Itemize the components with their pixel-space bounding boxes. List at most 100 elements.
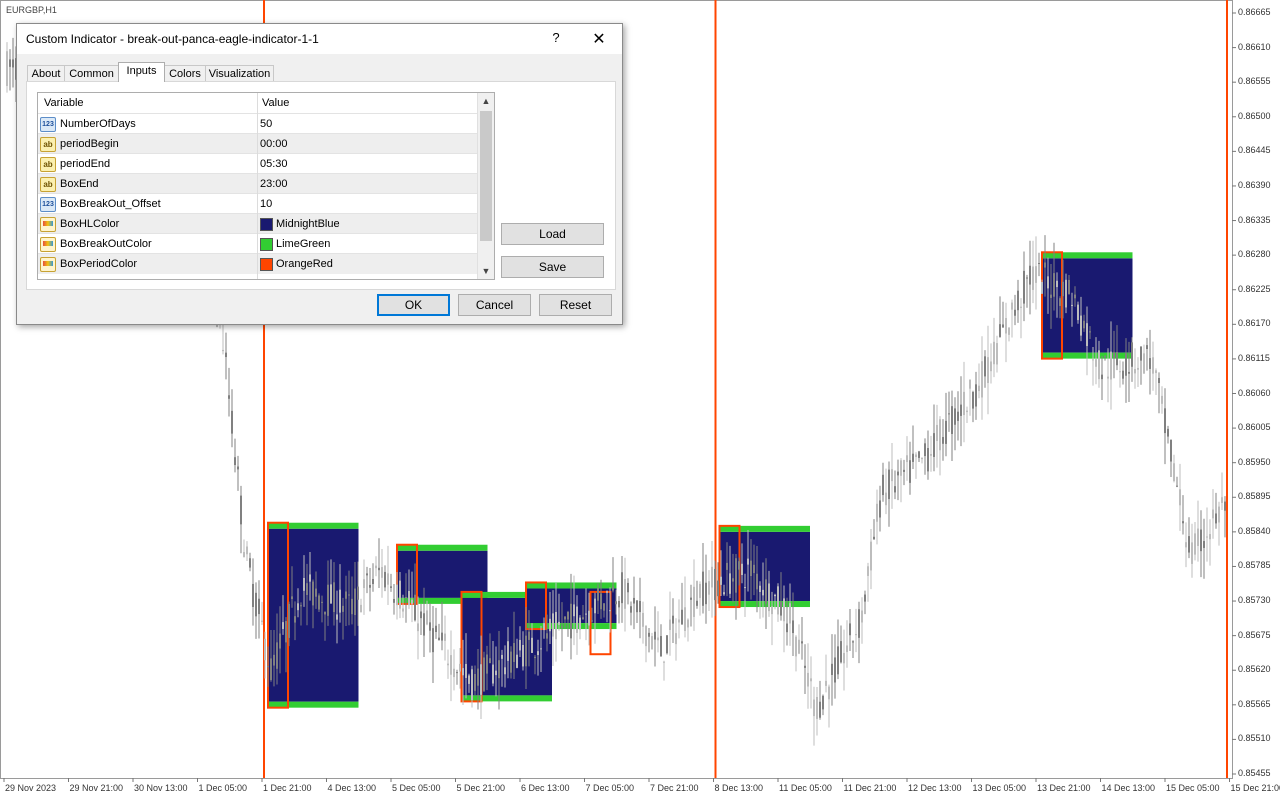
input-row-numberofdays[interactable]: 123 NumberOfDays 50 [38, 113, 478, 134]
reset-button[interactable]: Reset [539, 294, 612, 316]
candle-body [1086, 323, 1088, 347]
candle-body [819, 701, 821, 718]
help-icon[interactable]: ? [549, 30, 563, 45]
cancel-button[interactable]: Cancel [458, 294, 531, 316]
candle-body [1158, 377, 1160, 384]
candle-body [351, 598, 353, 615]
variable-value[interactable]: 23:00 [260, 178, 288, 190]
candle-body [714, 568, 716, 601]
candle-body [1005, 317, 1007, 334]
candle-body [546, 633, 548, 639]
grid-header: Variable Value [38, 93, 478, 113]
input-row-boxhlcolor[interactable]: BoxHLColor MidnightBlue [38, 213, 478, 234]
candle-body [816, 696, 818, 719]
color-swatch[interactable] [260, 258, 273, 271]
candle-body [249, 558, 251, 568]
save-button[interactable]: Save [501, 256, 604, 278]
variable-value[interactable]: 00:00 [260, 138, 288, 150]
candle-body [747, 558, 749, 565]
variable-value[interactable]: LimeGreen [276, 238, 330, 250]
candle-body [405, 596, 407, 599]
input-row-periodbegin[interactable]: ab periodBegin 00:00 [38, 133, 478, 154]
tab-colors[interactable]: Colors [164, 65, 206, 82]
price-label: 0.85895 [1238, 491, 1271, 502]
candle-body [495, 670, 497, 676]
candle-body [339, 589, 341, 613]
candle-body [1200, 529, 1202, 552]
candle-body [552, 613, 554, 637]
candle-body [987, 357, 989, 384]
grid-scrollbar[interactable]: ▲ ▼ [477, 93, 494, 279]
candle-body [567, 611, 569, 620]
scroll-thumb[interactable] [480, 111, 492, 241]
variable-value[interactable]: MidnightBlue [276, 218, 340, 230]
candle-body [870, 541, 872, 571]
scroll-down-icon[interactable]: ▼ [478, 263, 494, 279]
candle-body [1194, 533, 1196, 555]
candle-body [792, 620, 794, 634]
column-divider[interactable] [257, 93, 258, 279]
input-row-boxbreakout-offset[interactable]: 123 BoxBreakOut_Offset 10 [38, 193, 478, 214]
variable-name: BoxBreakOut_Offset [60, 198, 161, 210]
candle-body [936, 424, 938, 442]
tab-visualization[interactable]: Visualization [205, 65, 274, 82]
candle-body [390, 586, 392, 588]
color-swatch[interactable] [260, 238, 273, 251]
time-label: 13 Dec 05:00 [972, 783, 1027, 793]
variable-value[interactable]: 10 [260, 198, 272, 210]
candle-body [1224, 501, 1226, 511]
column-header-value[interactable]: Value [262, 97, 289, 109]
variable-value[interactable]: 05:30 [260, 158, 288, 170]
candle-body [774, 594, 776, 597]
candle-body [675, 633, 677, 645]
candle-body [1068, 279, 1070, 294]
candle-body [1056, 280, 1058, 288]
candle-body [972, 391, 974, 409]
candle-body [1116, 352, 1118, 366]
candle-body [1095, 359, 1097, 367]
price-label: 0.85785 [1238, 560, 1271, 571]
variable-value[interactable]: OrangeRed [276, 258, 333, 270]
candle-body [708, 581, 710, 595]
column-header-variable[interactable]: Variable [44, 97, 84, 109]
variable-name: periodEnd [60, 158, 111, 170]
candle-body [582, 617, 584, 620]
candle-body [1209, 534, 1211, 540]
tab-about[interactable]: About [27, 65, 65, 82]
input-row-boxend[interactable]: ab BoxEnd 23:00 [38, 173, 478, 194]
variable-value[interactable]: 50 [260, 118, 272, 130]
candle-body [1020, 306, 1022, 308]
input-row-periodend[interactable]: ab periodEnd 05:30 [38, 153, 478, 174]
candle-body [834, 657, 836, 683]
tab-common[interactable]: Common [64, 65, 119, 82]
dialog-title: Custom Indicator - break-out-panca-eagle… [26, 32, 319, 46]
candle-body [378, 567, 380, 571]
tab-inputs[interactable]: Inputs [118, 62, 165, 82]
candle-body [726, 562, 728, 570]
candle-body [711, 566, 713, 588]
candle-body [903, 469, 905, 472]
string-type-icon: ab [40, 157, 56, 172]
input-row-boxperiodcolor[interactable]: BoxPeriodColor OrangeRed [38, 253, 478, 274]
close-icon[interactable]: ✕ [592, 29, 606, 49]
scroll-up-icon[interactable]: ▲ [478, 93, 494, 109]
candle-body [879, 500, 881, 518]
candle-body [930, 454, 932, 456]
candle-body [1041, 281, 1043, 294]
candle-body [672, 615, 674, 624]
candle-body [558, 621, 560, 625]
candle-body [294, 616, 296, 623]
candle-body [243, 552, 245, 557]
ok-button[interactable]: OK [377, 294, 450, 316]
candle-body [423, 613, 425, 636]
load-button[interactable]: Load [501, 223, 604, 245]
candle-body [426, 610, 428, 625]
candle-body [648, 632, 650, 637]
candle-body [1119, 371, 1121, 373]
candle-body [528, 631, 530, 640]
candle-body [417, 623, 419, 632]
candle-body [375, 565, 377, 569]
input-row-boxbreakoutcolor[interactable]: BoxBreakOutColor LimeGreen [38, 233, 478, 254]
color-swatch[interactable] [260, 218, 273, 231]
candle-body [678, 619, 680, 623]
